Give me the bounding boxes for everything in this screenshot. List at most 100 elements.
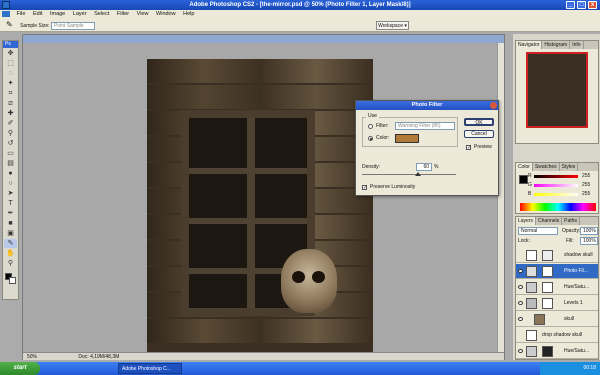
- pen-icon[interactable]: ✒: [4, 209, 17, 218]
- vertical-scrollbar[interactable]: [497, 43, 504, 352]
- visibility-eye-icon[interactable]: [518, 301, 523, 305]
- close-button[interactable]: x: [588, 1, 597, 9]
- layer-row[interactable]: skull: [516, 312, 598, 327]
- r-slider[interactable]: [534, 175, 578, 178]
- blur-icon[interactable]: ●: [4, 169, 17, 178]
- maximize-button[interactable]: □: [577, 1, 586, 9]
- type-icon[interactable]: T: [4, 199, 17, 208]
- hand-icon[interactable]: ✋: [4, 249, 17, 258]
- layer-row[interactable]: Levels 1: [516, 296, 598, 311]
- workspace-button[interactable]: Workspace ▾: [376, 21, 409, 30]
- eyedropper-tool-icon[interactable]: ✎: [6, 18, 13, 32]
- color-ramp[interactable]: [520, 203, 596, 211]
- g-slider[interactable]: [534, 184, 578, 187]
- tab-styles[interactable]: Styles: [560, 163, 579, 171]
- visibility-eye-icon[interactable]: [518, 285, 523, 289]
- tab-layers[interactable]: Layers: [516, 217, 537, 225]
- filter-color-swatch[interactable]: [395, 134, 419, 143]
- menu-image[interactable]: Image: [47, 10, 68, 18]
- menu-filter[interactable]: Filter: [114, 10, 132, 18]
- menu-layer[interactable]: Layer: [70, 10, 90, 18]
- history-brush-icon[interactable]: ↺: [4, 139, 17, 148]
- start-button[interactable]: start: [0, 362, 40, 375]
- layer-row[interactable]: Hue/Satu...: [516, 280, 598, 295]
- b-value[interactable]: 255: [582, 191, 590, 197]
- layer-row[interactable]: drop shadow skull: [516, 328, 598, 343]
- slice-icon[interactable]: ⧄: [4, 99, 17, 108]
- visibility-eye-icon[interactable]: [518, 269, 523, 273]
- r-value[interactable]: 255: [582, 173, 590, 179]
- dialog-close-icon[interactable]: [490, 102, 497, 109]
- tab-channels[interactable]: Channels: [536, 217, 563, 225]
- visibility-eye-icon[interactable]: [518, 317, 523, 321]
- layer-row[interactable]: Hue/Satu...: [516, 344, 598, 359]
- menu-view[interactable]: View: [134, 10, 152, 18]
- minimize-button[interactable]: _: [566, 1, 575, 9]
- brush-icon[interactable]: ✐: [4, 119, 17, 128]
- tab-paths[interactable]: Paths: [562, 217, 580, 225]
- density-slider-thumb[interactable]: [415, 172, 422, 176]
- layer-row[interactable]: Photo Fil...: [516, 264, 598, 279]
- layers-panel: Layers Channels Paths Normal Opacity: 100%…: [515, 216, 599, 360]
- dodge-icon[interactable]: ○: [4, 179, 17, 188]
- status-bar: 50% Doc: 4,19M/48,3M: [23, 352, 504, 360]
- menu-help[interactable]: Help: [180, 10, 197, 18]
- notes-icon[interactable]: ▣: [4, 229, 17, 238]
- path-select-icon[interactable]: ➤: [4, 189, 17, 198]
- ok-button[interactable]: OK: [464, 118, 494, 126]
- blend-mode-select[interactable]: Normal: [518, 227, 558, 235]
- shape-icon[interactable]: ■: [4, 219, 17, 228]
- menu-select[interactable]: Select: [91, 10, 112, 18]
- move-icon[interactable]: ✥: [4, 49, 17, 58]
- eraser-icon[interactable]: ▭: [4, 149, 17, 158]
- menu-file[interactable]: File: [14, 10, 29, 18]
- toolbox-header: Ps: [3, 41, 18, 48]
- window-title: Adobe Photoshop CS2 - [the-mirror.psd @ …: [189, 2, 411, 8]
- gradient-icon[interactable]: ▤: [4, 159, 17, 168]
- eyedropper-icon[interactable]: ✎: [4, 239, 17, 248]
- density-input[interactable]: 60: [416, 163, 432, 171]
- layer-mask-thumbnail: [542, 346, 553, 357]
- layer-mask-thumbnail: [542, 282, 553, 293]
- tab-navigator[interactable]: Navigator: [516, 41, 543, 49]
- healing-icon[interactable]: ✚: [4, 109, 17, 118]
- marquee-icon[interactable]: ⬚: [4, 59, 17, 68]
- sample-size-select[interactable]: Point Sample: [50, 21, 95, 30]
- preserve-luminosity-checkbox[interactable]: ✓: [362, 185, 367, 191]
- tab-color[interactable]: Color: [516, 163, 533, 171]
- fg-color-chip[interactable]: [519, 175, 528, 184]
- preview-checkbox[interactable]: ✓: [466, 145, 471, 151]
- menu-edit[interactable]: Edit: [30, 10, 45, 18]
- fill-label: Fill:: [566, 238, 574, 244]
- filter-radio[interactable]: [368, 124, 373, 129]
- canvas-image[interactable]: [147, 59, 373, 355]
- menu-window[interactable]: Window: [153, 10, 179, 18]
- background-color-swatch[interactable]: [9, 277, 16, 284]
- zoom-level[interactable]: 50%: [27, 354, 37, 360]
- cancel-button[interactable]: Cancel: [464, 130, 494, 138]
- magic-wand-icon[interactable]: ✦: [4, 79, 17, 88]
- taskbar-photoshop-item[interactable]: Adobe Photoshop C...: [118, 363, 182, 374]
- fill-input[interactable]: 100%: [580, 237, 598, 245]
- ps-menu-icon[interactable]: [2, 10, 10, 17]
- filter-select[interactable]: Warming Filter (85): [395, 122, 455, 130]
- g-value[interactable]: 255: [582, 182, 590, 188]
- stamp-icon[interactable]: ⚲: [4, 129, 17, 138]
- tab-histogram[interactable]: Histogram: [542, 41, 571, 49]
- visibility-eye-icon[interactable]: [518, 349, 523, 353]
- layer-row[interactable]: shadow skull: [516, 248, 598, 263]
- density-label: Density:: [362, 164, 381, 170]
- tab-info[interactable]: Info: [570, 41, 584, 49]
- tab-swatches[interactable]: Swatches: [533, 163, 560, 171]
- lasso-icon[interactable]: ◌: [4, 69, 17, 78]
- color-radio[interactable]: [368, 136, 373, 141]
- layers-list: shadow skull Photo Fil... Hue/Satu... Le…: [516, 248, 598, 360]
- navigator-thumbnail[interactable]: [526, 52, 588, 128]
- layer-mask-thumbnail: [542, 250, 553, 261]
- sample-size-label: Sample Size:: [20, 23, 50, 29]
- crop-icon[interactable]: ⌗: [4, 89, 17, 98]
- opacity-input[interactable]: 100%: [580, 227, 598, 235]
- b-slider[interactable]: [534, 193, 578, 196]
- zoom-icon[interactable]: ⚲: [4, 259, 17, 268]
- density-slider-track[interactable]: [362, 174, 456, 175]
